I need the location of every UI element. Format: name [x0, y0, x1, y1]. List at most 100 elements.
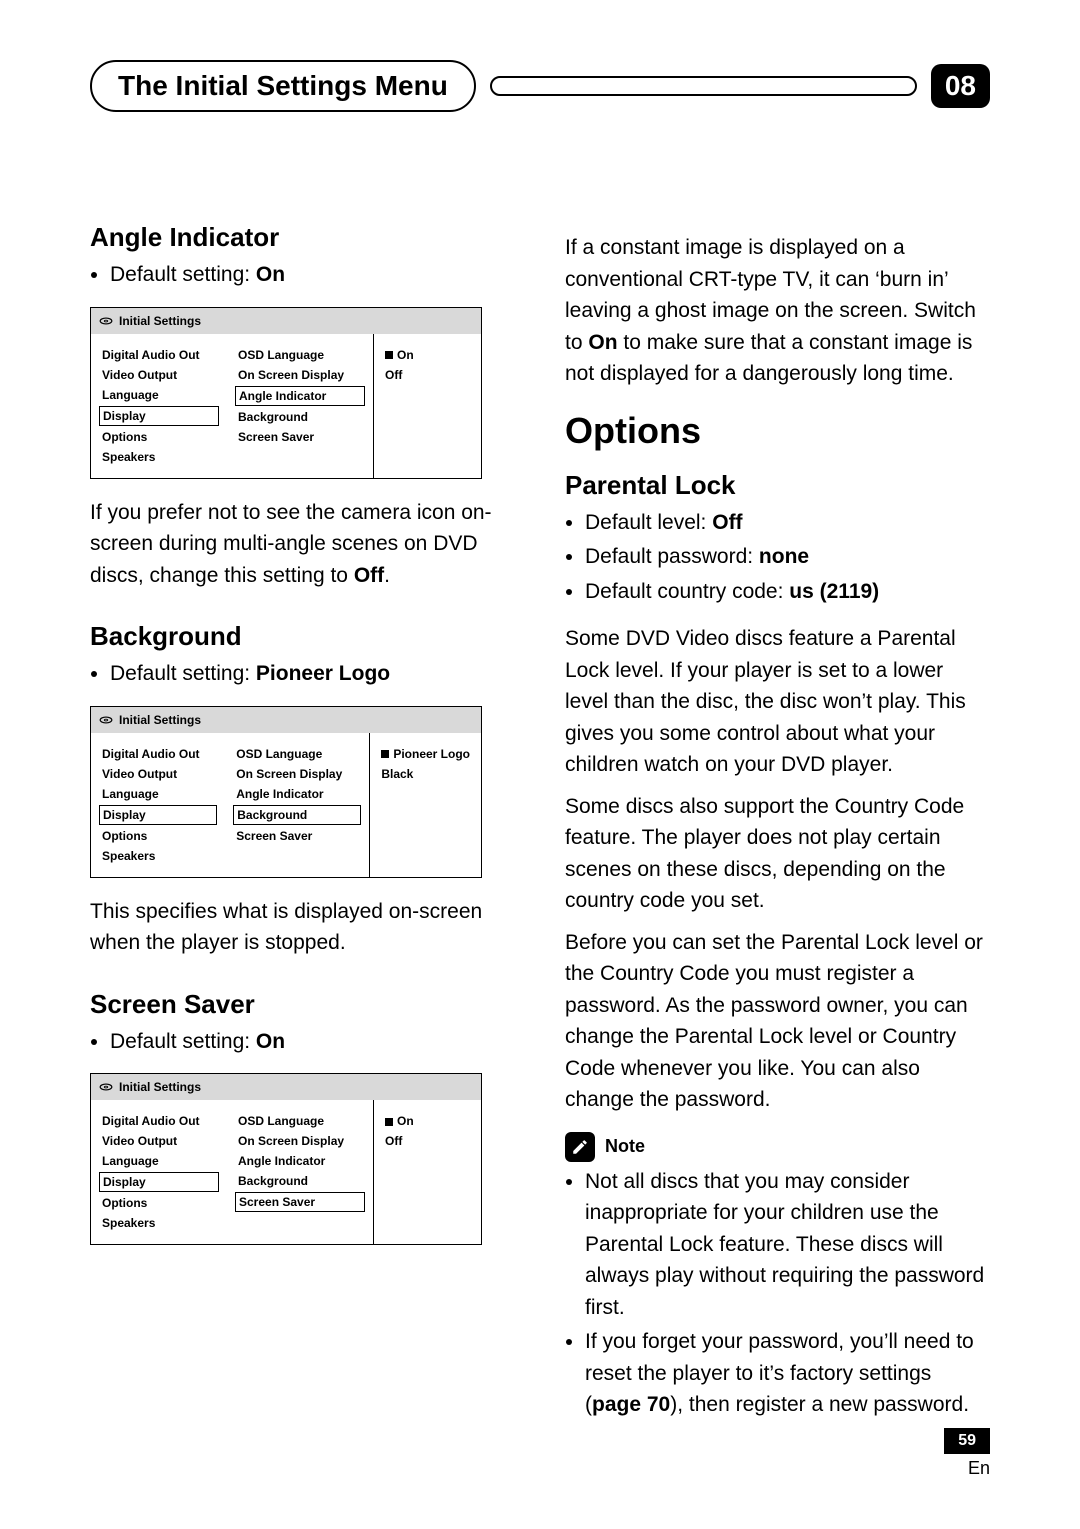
default-prefix: Default setting: — [110, 1030, 256, 1053]
menu-item: Video Output — [99, 765, 217, 783]
menu-item: Digital Audio Out — [99, 1112, 219, 1130]
menu-col: OSD LanguageOn Screen DisplayAngle Indic… — [227, 1100, 373, 1244]
default-prefix: Default setting: — [110, 263, 256, 286]
menu-item: Background — [235, 408, 365, 426]
menu-col: Digital Audio Out Video Output Language Dis… — [91, 334, 227, 478]
screenshot-title: Initial Settings — [119, 314, 201, 328]
screensaver-settings-screenshot: Initial Settings Digital Audio Out Video O… — [90, 1073, 482, 1245]
screenshot-title: Initial Settings — [119, 713, 201, 727]
menu-item: OSD Language — [235, 1112, 365, 1130]
disc-icon — [99, 1080, 113, 1094]
page-number: 59 — [944, 1428, 990, 1454]
menu-item: Background — [233, 805, 361, 825]
menu-item: Display — [99, 805, 217, 825]
menu-item: OSD Language — [233, 745, 361, 763]
menu-item: Angle Indicator — [233, 785, 361, 803]
menu-item: On Screen Display — [235, 366, 365, 384]
menu-item: Angle Indicator — [235, 386, 365, 406]
menu-item: Speakers — [99, 847, 217, 865]
disc-icon — [99, 713, 113, 727]
menu-col: OSD Language On Screen Display Angle Indic… — [225, 733, 369, 877]
menu-item: Digital Audio Out — [99, 745, 217, 763]
screenshot-titlebar: Initial Settings — [91, 308, 481, 334]
parental-level-item: Default level: Off — [585, 507, 990, 539]
menu-item: Speakers — [99, 448, 219, 466]
menu-item: Language — [99, 785, 217, 803]
parental-p3: Before you can set the Parental Lock lev… — [565, 927, 990, 1116]
menu-item: Screen Saver — [235, 428, 365, 446]
default-value: Pioneer Logo — [256, 662, 390, 685]
note-label: Note — [605, 1136, 645, 1157]
menu-col: Pioneer Logo Black — [369, 733, 481, 877]
options-heading: Options — [565, 410, 990, 452]
parental-password-item: Default password: none — [585, 541, 990, 573]
menu-col: OSD Language On Screen Display Angle Indic… — [227, 334, 373, 478]
crt-paragraph: If a constant image is displayed on a co… — [565, 232, 990, 390]
default-value: On — [256, 263, 285, 286]
menu-item: On — [382, 346, 473, 364]
default-prefix: Default setting: — [110, 662, 256, 685]
menu-item: Video Output — [99, 366, 219, 384]
note-list: Not all discs that you may consider inap… — [585, 1166, 990, 1421]
page-title: The Initial Settings Menu — [118, 70, 448, 102]
pencil-icon — [565, 1132, 595, 1162]
angle-paragraph: If you prefer not to see the camera icon… — [90, 497, 515, 592]
menu-item: Display — [99, 1172, 219, 1192]
menu-item: Black — [378, 765, 473, 783]
menu-item: Options — [99, 1194, 219, 1212]
menu-item: On — [382, 1112, 473, 1130]
parental-p1: Some DVD Video discs feature a Parental … — [565, 623, 990, 781]
selected-marker-icon — [385, 1118, 393, 1126]
screensaver-default-item: Default setting: On — [110, 1026, 515, 1058]
menu-item: OSD Language — [235, 346, 365, 364]
menu-col: On Off — [373, 334, 481, 478]
right-column: If a constant image is displayed on a co… — [565, 222, 990, 1437]
page-header: The Initial Settings Menu 08 — [90, 60, 990, 112]
menu-item: Screen Saver — [235, 1192, 365, 1212]
parental-p2: Some discs also support the Country Code… — [565, 791, 990, 917]
menu-item: On Screen Display — [235, 1132, 365, 1150]
menu-item: Digital Audio Out — [99, 346, 219, 364]
menu-item: Options — [99, 827, 217, 845]
background-settings-screenshot: Initial Settings Digital Audio Out Video O… — [90, 706, 482, 878]
background-heading: Background — [90, 621, 515, 652]
selected-marker-icon — [381, 750, 389, 758]
page-footer: 59 En — [944, 1428, 990, 1479]
menu-item: Background — [235, 1172, 365, 1190]
background-default-list: Default setting: Pioneer Logo — [110, 658, 515, 690]
menu-col: Digital Audio Out Video Output Language Dis… — [91, 1100, 227, 1244]
screenshot-titlebar: Initial Settings — [91, 1074, 481, 1100]
parental-heading: Parental Lock — [565, 470, 990, 501]
menu-col: Digital Audio Out Video Output Language Dis… — [91, 733, 225, 877]
screensaver-heading: Screen Saver — [90, 989, 515, 1020]
angle-heading: Angle Indicator — [90, 222, 515, 253]
parental-default-list: Default level: Off Default password: non… — [585, 507, 990, 608]
left-column: Angle Indicator Default setting: On Init… — [90, 222, 515, 1437]
menu-item: Screen Saver — [233, 827, 361, 845]
menu-item: Options — [99, 428, 219, 446]
note-item-2: If you forget your password, you’ll need… — [585, 1326, 990, 1421]
angle-settings-screenshot: Initial Settings Digital Audio Out Video O… — [90, 307, 482, 479]
menu-item: Language — [99, 386, 219, 404]
menu-item: Speakers — [99, 1214, 219, 1232]
disc-icon — [99, 314, 113, 328]
angle-default-list: Default setting: On — [110, 259, 515, 291]
screenshot-title: Initial Settings — [119, 1080, 201, 1094]
menu-item: Pioneer Logo — [378, 745, 473, 763]
header-pill-right — [490, 76, 917, 96]
screenshot-titlebar: Initial Settings — [91, 707, 481, 733]
language-code: En — [944, 1458, 990, 1479]
menu-item: Display — [99, 406, 219, 426]
screensaver-default-list: Default setting: On — [110, 1026, 515, 1058]
default-value: On — [256, 1030, 285, 1053]
menu-item: Language — [99, 1152, 219, 1170]
menu-item: Video Output — [99, 1132, 219, 1150]
header-pill-left: The Initial Settings Menu — [90, 60, 476, 112]
angle-default-item: Default setting: On — [110, 259, 515, 291]
menu-item: Off — [382, 366, 473, 384]
chapter-number: 08 — [931, 64, 990, 108]
menu-col: OnOff — [373, 1100, 481, 1244]
background-default-item: Default setting: Pioneer Logo — [110, 658, 515, 690]
menu-item: On Screen Display — [233, 765, 361, 783]
note-header: Note — [565, 1132, 990, 1162]
